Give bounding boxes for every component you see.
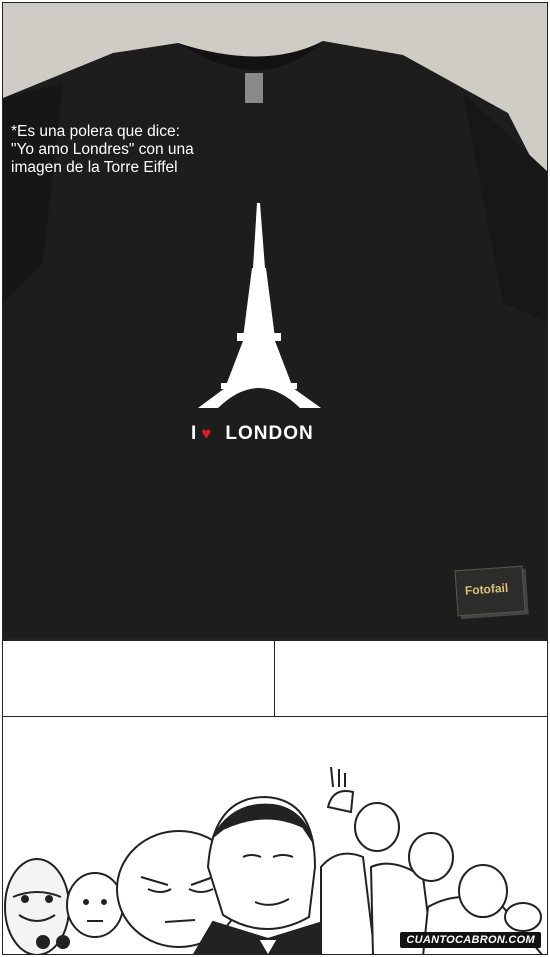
watermark-label: Fotofail xyxy=(464,580,509,598)
shirt-letter-i: I xyxy=(191,423,198,444)
blank-panel-right xyxy=(274,640,548,717)
site-credit-badge[interactable]: CUANTOCABRON.COM xyxy=(400,932,541,948)
photo-panel: *Es una polera que dice: "Yo amo Londres… xyxy=(2,2,548,640)
tshirt-photo xyxy=(3,3,547,639)
meme-reaction-panel: CUANTOCABRON.COM xyxy=(2,716,548,955)
heart-icon: ♥ xyxy=(201,424,213,443)
blank-panel-left xyxy=(2,640,275,717)
fotofail-watermark: Fotofail xyxy=(454,565,526,617)
reaction-faces-drawing xyxy=(4,766,543,954)
shirt-word-london: LONDON xyxy=(225,423,314,444)
shirt-print-text: I ♥ LONDON xyxy=(191,423,314,445)
caption-text: *Es una polera que dice: "Yo amo Londres… xyxy=(11,123,194,176)
